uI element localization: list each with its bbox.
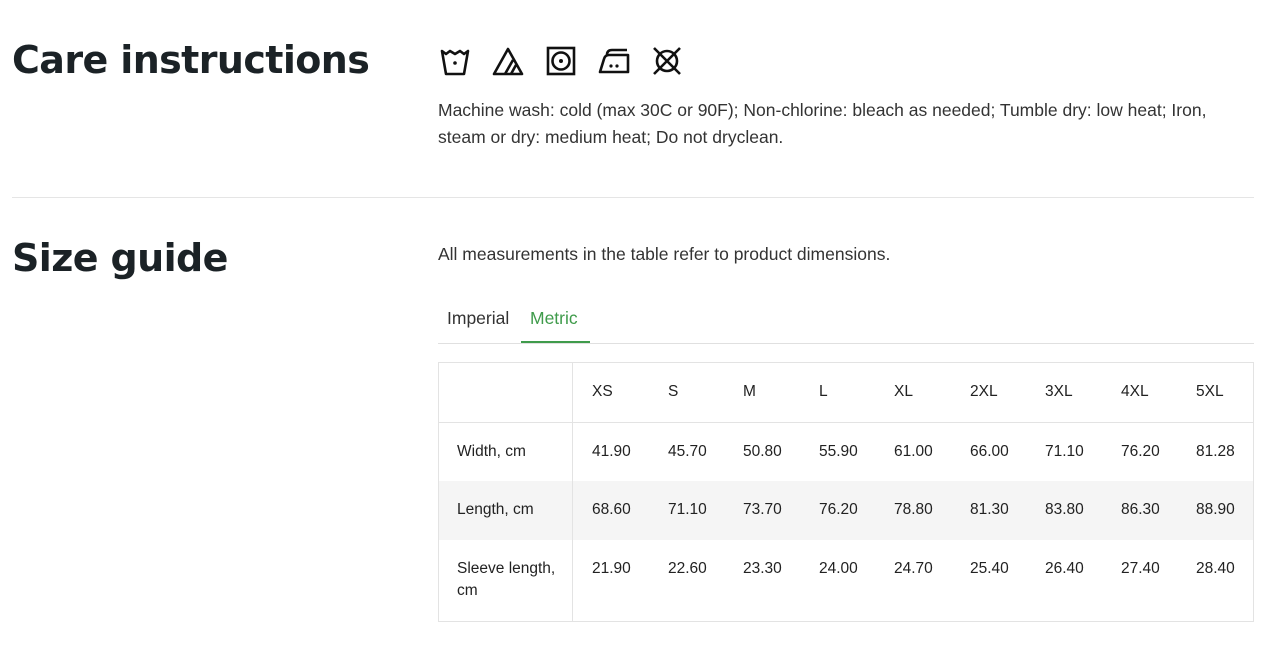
machine-wash-cold-icon — [438, 44, 472, 78]
table-cell: 76.20 — [819, 501, 858, 518]
table-cell: 76.20 — [1121, 443, 1160, 460]
row-label: Width, cm — [457, 443, 526, 460]
table-cell: 23.30 — [743, 560, 782, 577]
table-cell: 28.40 — [1196, 560, 1235, 577]
column-header: XL — [894, 383, 913, 400]
column-header: M — [743, 383, 756, 400]
size-guide-intro: All measurements in the table refer to p… — [438, 244, 891, 264]
table-row: Length, cm 68.60 71.10 73.70 76.20 78.80… — [439, 481, 1253, 540]
tab-imperial[interactable]: Imperial — [447, 308, 509, 329]
care-instructions-text: Machine wash: cold (max 30C or 90F); Non… — [438, 100, 1207, 147]
column-header: XS — [592, 383, 613, 400]
column-header: 2XL — [970, 383, 998, 400]
column-header: 3XL — [1045, 383, 1073, 400]
table-cell: 22.60 — [668, 560, 707, 577]
table-cell: 68.60 — [592, 501, 631, 518]
active-tab-indicator — [521, 341, 590, 343]
do-not-dryclean-icon — [650, 44, 684, 78]
column-header: L — [819, 383, 828, 400]
tumble-dry-low-icon — [544, 44, 578, 78]
table-cell: 71.10 — [668, 501, 707, 518]
table-cell: 66.00 — [970, 443, 1009, 460]
table-cell: 78.80 — [894, 501, 933, 518]
table-cell: 73.70 — [743, 501, 782, 518]
iron-medium-icon — [597, 44, 631, 78]
table-row: Width, cm 41.90 45.70 50.80 55.90 61.00 … — [439, 423, 1253, 481]
table-cell: 21.90 — [592, 560, 631, 577]
table-header-row: XS S M L XL 2XL 3XL 4XL 5XL — [439, 363, 1253, 423]
column-divider — [572, 363, 573, 621]
table-cell: 50.80 — [743, 443, 782, 460]
care-icons — [438, 44, 684, 78]
table-cell: 24.70 — [894, 560, 933, 577]
care-instructions-title: Care instructions — [12, 38, 370, 82]
row-label: Length, cm — [457, 501, 534, 518]
table-cell: 61.00 — [894, 443, 933, 460]
unit-tabs: Imperial Metric — [438, 298, 1254, 344]
table-cell: 83.80 — [1045, 501, 1084, 518]
table-cell: 25.40 — [970, 560, 1009, 577]
table-cell: 45.70 — [668, 443, 707, 460]
size-guide-title: Size guide — [12, 236, 228, 280]
table-cell: 24.00 — [819, 560, 858, 577]
column-header: 4XL — [1121, 383, 1149, 400]
table-row: Sleeve length, cm 21.90 22.60 23.30 24.0… — [439, 540, 1253, 621]
row-label: Sleeve length, cm — [457, 560, 556, 599]
table-cell: 41.90 — [592, 443, 631, 460]
size-table: XS S M L XL 2XL 3XL 4XL 5XL Width, cm 41… — [438, 362, 1254, 622]
table-cell: 55.90 — [819, 443, 858, 460]
table-cell: 71.10 — [1045, 443, 1084, 460]
non-chlorine-bleach-icon — [491, 44, 525, 78]
column-header: 5XL — [1196, 383, 1224, 400]
section-divider — [12, 197, 1254, 198]
table-cell: 88.90 — [1196, 501, 1235, 518]
table-cell: 86.30 — [1121, 501, 1160, 518]
table-cell: 27.40 — [1121, 560, 1160, 577]
table-cell: 26.40 — [1045, 560, 1084, 577]
table-cell: 81.28 — [1196, 443, 1235, 460]
column-header: S — [668, 383, 679, 400]
tab-metric[interactable]: Metric — [530, 308, 578, 329]
table-cell: 81.30 — [970, 501, 1009, 518]
